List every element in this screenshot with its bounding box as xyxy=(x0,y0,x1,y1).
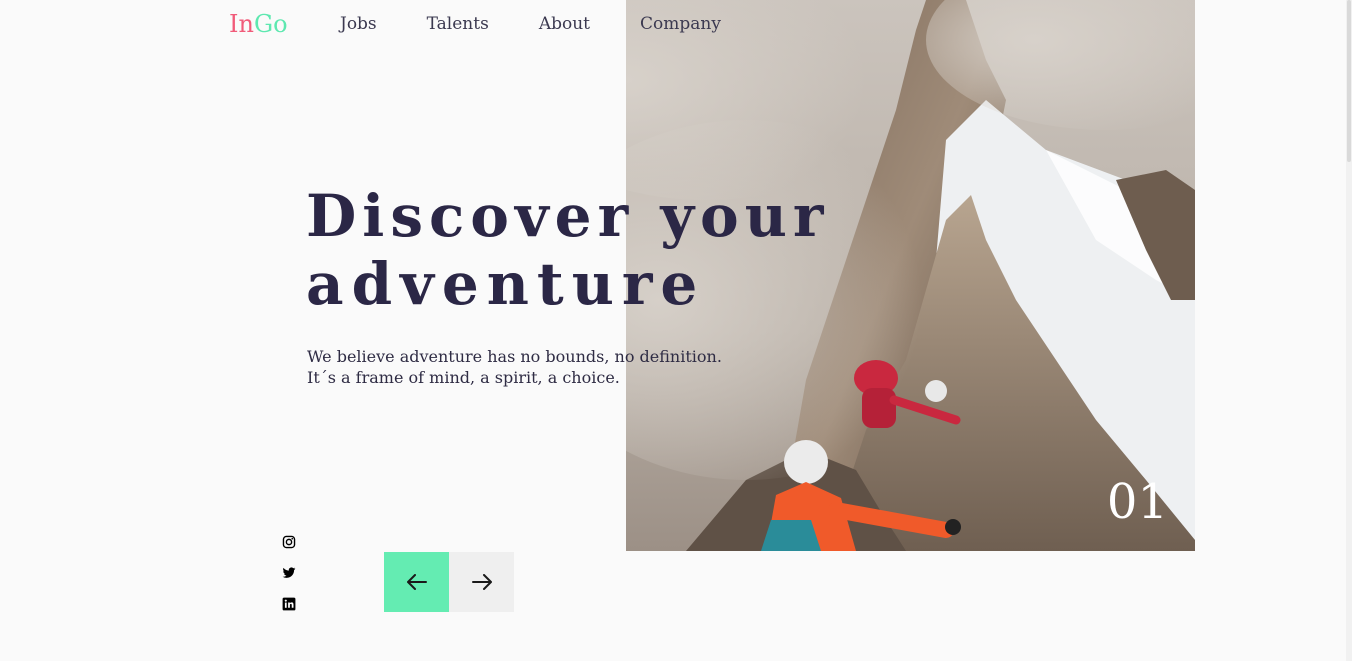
nav-item-company[interactable]: Company xyxy=(640,13,721,35)
slider-controls xyxy=(384,552,514,612)
hero-headline: Discover your adventure xyxy=(306,182,829,318)
landing-page: InGo Jobs Talents About Company 01 Disco… xyxy=(0,0,1352,661)
instagram-icon[interactable] xyxy=(282,535,296,549)
next-slide-button[interactable] xyxy=(449,552,514,612)
prev-slide-button[interactable] xyxy=(384,552,449,612)
logo-part-go: Go xyxy=(253,10,288,38)
logo[interactable]: InGo xyxy=(229,9,288,39)
main-nav: Jobs Talents About Company xyxy=(340,13,721,35)
headline-your: your xyxy=(634,182,830,250)
linkedin-icon[interactable] xyxy=(282,597,296,611)
nav-item-talents[interactable]: Talents xyxy=(427,13,489,35)
social-links xyxy=(282,535,296,628)
nav-item-jobs[interactable]: Jobs xyxy=(340,13,377,35)
headline-discover: Discover xyxy=(306,182,635,250)
headline-line-2: adventure xyxy=(306,250,706,318)
scrollbar[interactable] xyxy=(1346,0,1352,661)
subtext-line-2: It´s a frame of mind, a spirit, a choice… xyxy=(307,368,620,387)
arrow-left-icon xyxy=(406,574,427,590)
hero-subtext: We believe adventure has no bounds, no d… xyxy=(307,346,722,388)
slide-number: 01 xyxy=(1106,474,1168,530)
logo-part-in: In xyxy=(229,10,254,38)
headline-line-1: Discover your xyxy=(306,182,829,250)
subtext-line-1: We believe adventure has no bounds, no d… xyxy=(307,347,722,366)
arrow-right-icon xyxy=(471,574,492,590)
scrollbar-thumb[interactable] xyxy=(1347,0,1351,162)
twitter-icon[interactable] xyxy=(282,566,296,580)
nav-item-about[interactable]: About xyxy=(539,13,590,35)
